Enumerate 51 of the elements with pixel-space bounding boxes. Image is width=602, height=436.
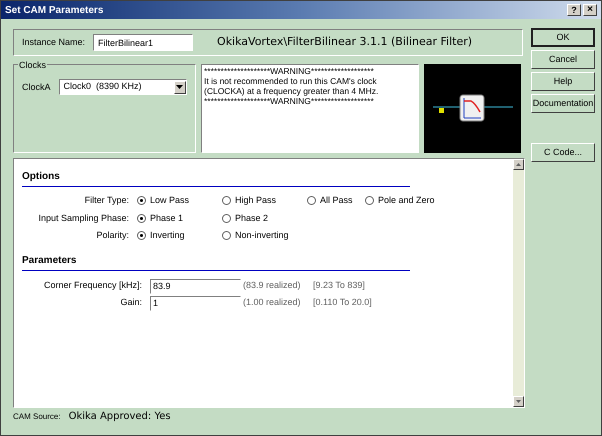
status-label: CAM Source:: [13, 410, 61, 422]
realized-value: (1.00 realized): [242, 296, 302, 310]
cam-description: OkikaVortex\FilterBilinear 3.1.1 (Bilinear Filter): [217, 34, 472, 50]
clock-dropdown[interactable]: Clock0 (8390 KHz): [58, 79, 187, 95]
instance-label: Instance Name:: [22, 36, 86, 49]
radio-button[interactable]: [137, 196, 146, 206]
radio-button[interactable]: [222, 214, 231, 223]
radio-option[interactable]: Phase 2: [222, 212, 307, 225]
scrollbar[interactable]: [513, 159, 524, 407]
radio-button[interactable]: [222, 231, 231, 240]
dialog-button[interactable]: Documentation: [531, 94, 595, 113]
parameter-field[interactable]: 83.9: [150, 278, 241, 294]
parameter-label: Corner Frequency [kHz]:: [42, 279, 143, 292]
realized-value: (83.9 realized): [242, 279, 302, 292]
warning-text: ********************WARNING*******************: [204, 66, 375, 76]
radio-option[interactable]: High Pass: [222, 194, 307, 208]
radio-option[interactable]: Inverting: [137, 229, 222, 242]
warning-text: ********************WARNING*******************: [204, 96, 375, 106]
dialog-button[interactable]: Cancel: [531, 50, 595, 69]
warning-text: It is not recommended to run this CAM's clock (CLOCKA) at a frequency greater than 4 MHz.: [204, 76, 380, 96]
radio-option[interactable]: Phase 1: [137, 212, 222, 225]
radio-option[interactable]: Non-inverting: [222, 229, 307, 242]
parameter-label: Gain:: [119, 296, 143, 310]
dialog-button[interactable]: Help: [531, 72, 595, 91]
range-text: [9.23 To 839]: [313, 279, 365, 292]
radio-button[interactable]: [307, 196, 316, 206]
filter-block-icon: [432, 94, 512, 124]
option-label: Filter Type:: [84, 194, 130, 207]
close-button[interactable]: ×: [583, 4, 597, 16]
instance-field[interactable]: FilterBilinear1: [93, 34, 194, 51]
window-title: Set CAM Parameters: [5, 4, 104, 18]
scroll-down-icon[interactable]: [513, 396, 524, 407]
radio-button[interactable]: [137, 231, 146, 240]
radio-option[interactable]: Pole and Zero: [365, 194, 450, 208]
radio-button[interactable]: [365, 196, 374, 206]
option-label: Input Sampling Phase:: [37, 212, 130, 225]
radio-button[interactable]: [137, 214, 146, 223]
dialog-button[interactable]: C Code...: [531, 143, 595, 162]
range-text: [0.110 To 20.0]: [313, 296, 372, 310]
clock-label: ClockA: [22, 81, 51, 94]
help-button[interactable]: ?: [567, 4, 581, 16]
section-title: Parameters: [22, 252, 410, 270]
section-title: Options: [22, 169, 410, 187]
scroll-up-icon[interactable]: [513, 159, 524, 170]
radio-option[interactable]: Low Pass: [137, 194, 222, 208]
parameter-field[interactable]: 1: [150, 296, 241, 310]
radio-option[interactable]: All Pass: [307, 194, 365, 208]
radio-button[interactable]: [222, 196, 231, 206]
status-value: Okika Approved: Yes: [68, 410, 171, 424]
option-label: Polarity:: [95, 229, 130, 242]
dialog-button[interactable]: OK: [531, 28, 595, 47]
